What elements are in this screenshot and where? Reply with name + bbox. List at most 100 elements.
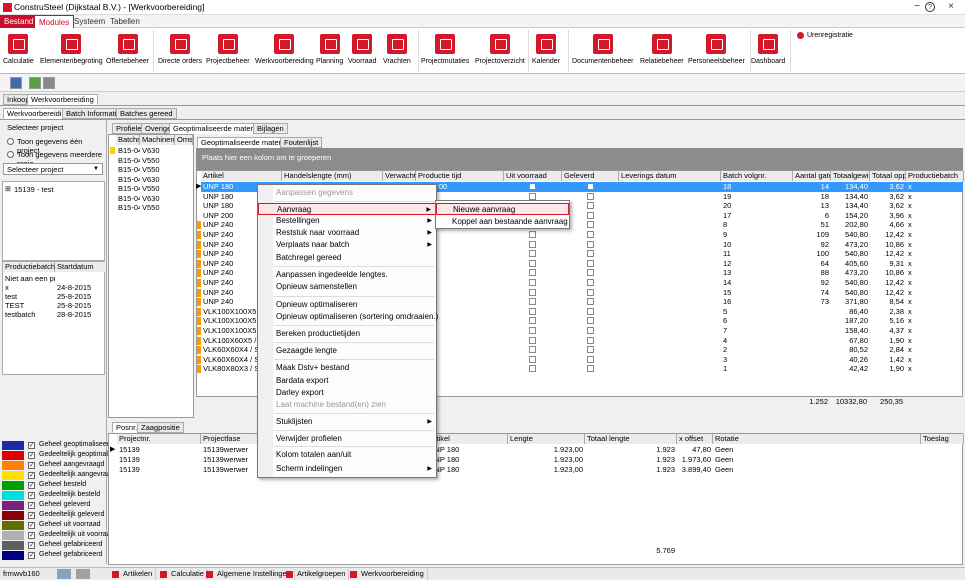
context-item-reststuk-naar-voorraad[interactable]: Reststuk naar voorraad ▶ — [258, 227, 436, 239]
geleverd-checkbox[interactable] — [587, 279, 594, 286]
context-item-bardata-export[interactable]: Bardata export — [258, 375, 436, 387]
uit-voorraad-checkbox[interactable] — [529, 269, 536, 277]
uit-voorraad-checkbox[interactable] — [529, 365, 536, 373]
ribbon-kalender[interactable]: Kalender — [532, 34, 560, 72]
geleverd-checkbox[interactable] — [587, 346, 594, 354]
materials-header[interactable]: Handelslengte (mm) — [282, 171, 383, 181]
legend-checkbox[interactable]: ✓ — [28, 442, 35, 449]
uit-voorraad-checkbox[interactable] — [529, 346, 536, 354]
ribbon-planning[interactable]: Planning — [316, 34, 343, 72]
geleverd-checkbox[interactable] — [587, 259, 594, 267]
batch-number[interactable]: B15-0449 — [116, 175, 140, 185]
geleverd-checkbox[interactable] — [587, 240, 594, 248]
help-icon[interactable]: ? — [925, 2, 935, 12]
legend-checkbox[interactable]: ✓ — [28, 552, 35, 559]
context-item-kolom-totalen-aan-uit[interactable]: Kolom totalen aan/uit — [258, 449, 436, 461]
status-tab-algemene-instellingen[interactable]: Algemene Instellingen — [203, 569, 295, 580]
righttab-foutenlijst[interactable]: Foutenlijst — [280, 137, 323, 148]
geleverd-checkbox[interactable] — [587, 183, 594, 190]
batch-number[interactable]: B15-0456 — [116, 203, 140, 213]
uit-voorraad-checkbox[interactable] — [529, 259, 536, 267]
batch-number[interactable]: B15-0455 — [116, 194, 140, 204]
material-article[interactable]: VLK60X60X4 / S29 — [201, 355, 261, 365]
material-article[interactable]: VLK60X60X4 / S29 — [201, 345, 261, 355]
ribbon-vrachten[interactable]: Vrachten — [383, 34, 411, 72]
materials-header[interactable]: Productiebatch — [906, 171, 964, 181]
uit-voorraad-checkbox[interactable] — [529, 327, 536, 334]
material-article[interactable]: UNP 240 — [201, 249, 261, 259]
materials-header[interactable]: Verwachte — [383, 171, 416, 181]
materials-header[interactable]: Geleverd — [562, 171, 619, 181]
geleverd-checkbox[interactable] — [587, 211, 594, 219]
context-item-batchregel-gereed[interactable]: Batchregel gereed — [258, 252, 436, 264]
batch-number[interactable]: B15-0446 — [116, 146, 140, 156]
status-tab-werkvoorbereiding[interactable]: Werkvoorbereiding — [347, 569, 428, 580]
ribbon-elementenbegroting[interactable]: Elementenbegroting — [40, 34, 103, 72]
material-article[interactable]: UNP 240 — [201, 259, 261, 269]
context-item-maak-dstv-bestand[interactable]: Maak Dstv+ bestand — [258, 362, 436, 374]
position-project[interactable]: 15139 — [117, 445, 201, 455]
position-project[interactable]: 15139 — [117, 465, 201, 475]
minimize-button[interactable]: − — [910, 1, 924, 13]
context-item-aanvraag[interactable]: Aanvraag ▶ — [258, 203, 436, 215]
positions-header[interactable]: Toeslag — [921, 434, 964, 444]
legend-checkbox[interactable]: ✓ — [28, 532, 35, 539]
geleverd-checkbox[interactable] — [587, 202, 594, 210]
uit-voorraad-checkbox[interactable] — [529, 298, 536, 306]
geleverd-checkbox[interactable] — [587, 336, 594, 344]
positions-header[interactable]: Totaal lengte — [585, 434, 677, 444]
ribbon-relatiebeheer[interactable]: Relatiebeheer — [640, 34, 684, 72]
materials-header[interactable]: Artikel — [201, 171, 282, 181]
material-article[interactable]: UNP 240 — [201, 288, 261, 298]
positions-header[interactable]: Projectnr. — [117, 434, 201, 444]
batch-number[interactable]: B15-0450 — [116, 184, 140, 194]
ribbon-urenregistratie[interactable]: Urenregistratie — [807, 32, 853, 39]
radio-multiple-projects[interactable] — [7, 151, 14, 158]
context-item-bereken-productietijden[interactable]: Bereken productietijden — [258, 328, 436, 340]
positions-header[interactable]: x offset — [677, 434, 713, 444]
doctab-werkvoorbereiding[interactable]: Werkvoorbereiding — [27, 94, 98, 105]
menu-systeem[interactable]: Systeem — [70, 15, 109, 28]
materials-header[interactable]: Aantal gater — [793, 171, 831, 181]
legend-checkbox[interactable]: ✓ — [28, 502, 35, 509]
materials-header[interactable]: Totaalgewich — [831, 171, 870, 181]
ribbon-projectbeheer[interactable]: Projectbeheer — [206, 34, 250, 72]
export-icon[interactable] — [29, 77, 41, 89]
material-article[interactable]: UNP 180 — [201, 192, 261, 202]
uit-voorraad-checkbox[interactable] — [529, 183, 536, 190]
geleverd-checkbox[interactable] — [587, 288, 594, 296]
batch-number[interactable]: B15-0447 — [116, 156, 140, 166]
submenu-koppel-aanvraag[interactable]: Koppel aan bestaande aanvraag — [436, 216, 569, 228]
ribbon-dashboard[interactable]: Dashboard — [751, 34, 785, 72]
ribbon-projectoverzicht[interactable]: Projectoverzicht — [475, 34, 525, 72]
uit-voorraad-checkbox[interactable] — [529, 240, 536, 248]
positions-header[interactable]: Lengte — [508, 434, 585, 444]
material-article[interactable]: UNP 240 — [201, 268, 261, 278]
geleverd-checkbox[interactable] — [587, 365, 594, 373]
import-icon[interactable] — [43, 77, 55, 89]
ribbon-werkvoorbereiding[interactable]: Werkvoorbereiding — [255, 34, 314, 72]
menu-tabellen[interactable]: Tabellen — [106, 15, 144, 28]
radio-one-project[interactable] — [7, 138, 14, 145]
positions-header[interactable]: Artikel — [427, 434, 508, 444]
material-article[interactable]: UNP 240 — [201, 230, 261, 240]
material-article[interactable]: UNP 240 — [201, 240, 261, 250]
uit-voorraad-checkbox[interactable] — [529, 288, 536, 296]
tree-expand-icon[interactable]: ⊞ — [5, 185, 11, 193]
legend-checkbox[interactable]: ✓ — [28, 542, 35, 549]
close-button[interactable]: × — [944, 1, 958, 13]
ribbon-directe-orders[interactable]: Directe orders — [158, 34, 202, 72]
materials-header[interactable]: Leverings datum — [619, 171, 721, 181]
context-item-opnieuw-optimaliseren[interactable]: Opnieuw optimaliseren — [258, 299, 436, 311]
uit-voorraad-checkbox[interactable] — [529, 317, 536, 325]
ribbon-documentenbeheer[interactable]: Documentenbeheer — [572, 34, 634, 72]
legend-checkbox[interactable]: ✓ — [28, 492, 35, 499]
batch-grid-header[interactable]: Machinen — [140, 135, 175, 145]
status-tab-artikelgroepen[interactable]: Artikelgroepen — [283, 569, 350, 580]
context-item-darley-export[interactable]: Darley export — [258, 387, 436, 399]
geleverd-checkbox[interactable] — [587, 192, 594, 200]
geleverd-checkbox[interactable] — [587, 231, 594, 238]
material-article[interactable]: VLK100X100X5 / S2 — [201, 316, 261, 326]
geleverd-checkbox[interactable] — [587, 221, 594, 229]
uit-voorraad-checkbox[interactable] — [529, 279, 536, 286]
